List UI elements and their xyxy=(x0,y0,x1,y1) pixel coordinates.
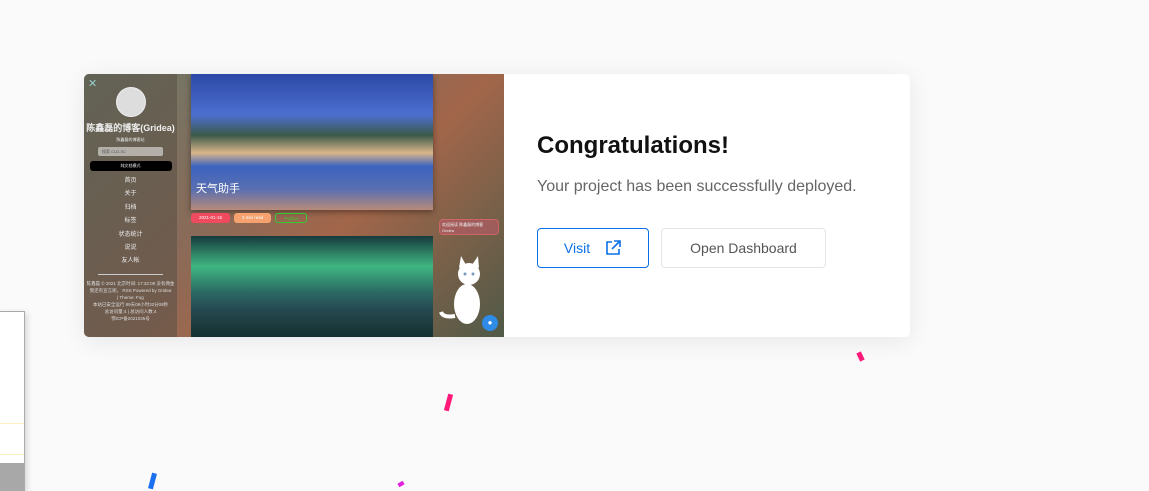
blog-mode-button: 纯文档模式 xyxy=(89,161,172,171)
open-dashboard-button[interactable]: Open Dashboard xyxy=(661,228,826,268)
post-title: 天气助手 xyxy=(196,183,240,195)
post-cover-image: 天气助手 xyxy=(191,74,433,210)
blog-nav-item: 归档 xyxy=(124,204,137,211)
confetti-piece xyxy=(397,480,405,488)
cat-mascot-icon xyxy=(439,256,480,324)
blog-nav-item: 关于 xyxy=(124,191,137,198)
blog-nav-item: 友人帐 xyxy=(121,258,140,265)
post-tags: 2021-01-15 3 min read Python xyxy=(191,213,308,223)
close-icon: ✕ xyxy=(88,78,98,90)
footer-line: 陈鑫磊 © 2021 北京时间: 17:32:08 没有佣金 xyxy=(86,280,175,286)
blog-nav-item: 首页 xyxy=(124,178,137,184)
confetti-piece xyxy=(148,472,157,490)
footer-line: 总访问量:4 | 总访问人数:4 xyxy=(104,308,157,314)
tag-badge: Python xyxy=(275,213,308,223)
blog-title: 陈鑫磊的博客(Gridea) xyxy=(86,123,175,133)
chat-icon: ● xyxy=(482,315,498,331)
welcome-bubble: 欢迎阅读 陈鑫磊的博客 Gridea xyxy=(439,219,499,235)
blog-search: 搜索 CLD-SC xyxy=(98,147,163,156)
blog-footer: 陈鑫磊 © 2021 北京时间: 17:32:08 没有佣金 我还有宣言呢。 R… xyxy=(84,280,177,322)
blog-nav-item: 说说 xyxy=(124,244,137,251)
confetti-piece xyxy=(443,393,454,412)
background-window xyxy=(0,311,25,491)
deploy-success-dialog: ✕ 陈鑫磊的博客(Gridea) 陈鑫磊的博客站 搜索 CLD-SC 纯文档模式… xyxy=(84,74,910,337)
dialog-message: Your project has been successfully deplo… xyxy=(537,178,857,195)
post-cover-image-aurora xyxy=(191,236,433,337)
avatar xyxy=(115,87,146,117)
external-link-icon xyxy=(606,240,621,255)
visit-label: Visit xyxy=(563,240,591,256)
blog-subtitle: 陈鑫磊的博客站 xyxy=(116,137,145,142)
dialog-title: Congratulations! xyxy=(537,132,729,159)
site-preview-thumbnail[interactable]: ✕ 陈鑫磊的博客(Gridea) 陈鑫磊的博客站 搜索 CLD-SC 纯文档模式… xyxy=(84,74,504,337)
visit-button[interactable]: Visit xyxy=(537,228,649,268)
confetti-piece xyxy=(856,351,865,362)
footer-line: 鄂ICP备2021035号 xyxy=(111,315,150,321)
blog-sidebar: ✕ 陈鑫磊的博客(Gridea) 陈鑫磊的博客站 搜索 CLD-SC 纯文档模式… xyxy=(84,74,177,337)
footer-line: | Theme: Fog xyxy=(117,294,144,300)
blog-nav-item: 标签 xyxy=(124,218,137,225)
divider xyxy=(98,273,163,275)
post-date-badge: 2021-01-15 xyxy=(191,213,231,223)
read-time-badge: 3 min read xyxy=(234,213,272,223)
footer-line: 我还有宣言呢。 RSS Powered by Gridea xyxy=(89,287,172,293)
blog-nav: 首页 关于 归档 标签 状态统计 说说 友人帐 xyxy=(84,175,177,269)
footer-line: 本站已安全运行 89天08小时32分08秒 xyxy=(92,301,169,307)
blog-nav-item: 状态统计 xyxy=(118,231,143,238)
